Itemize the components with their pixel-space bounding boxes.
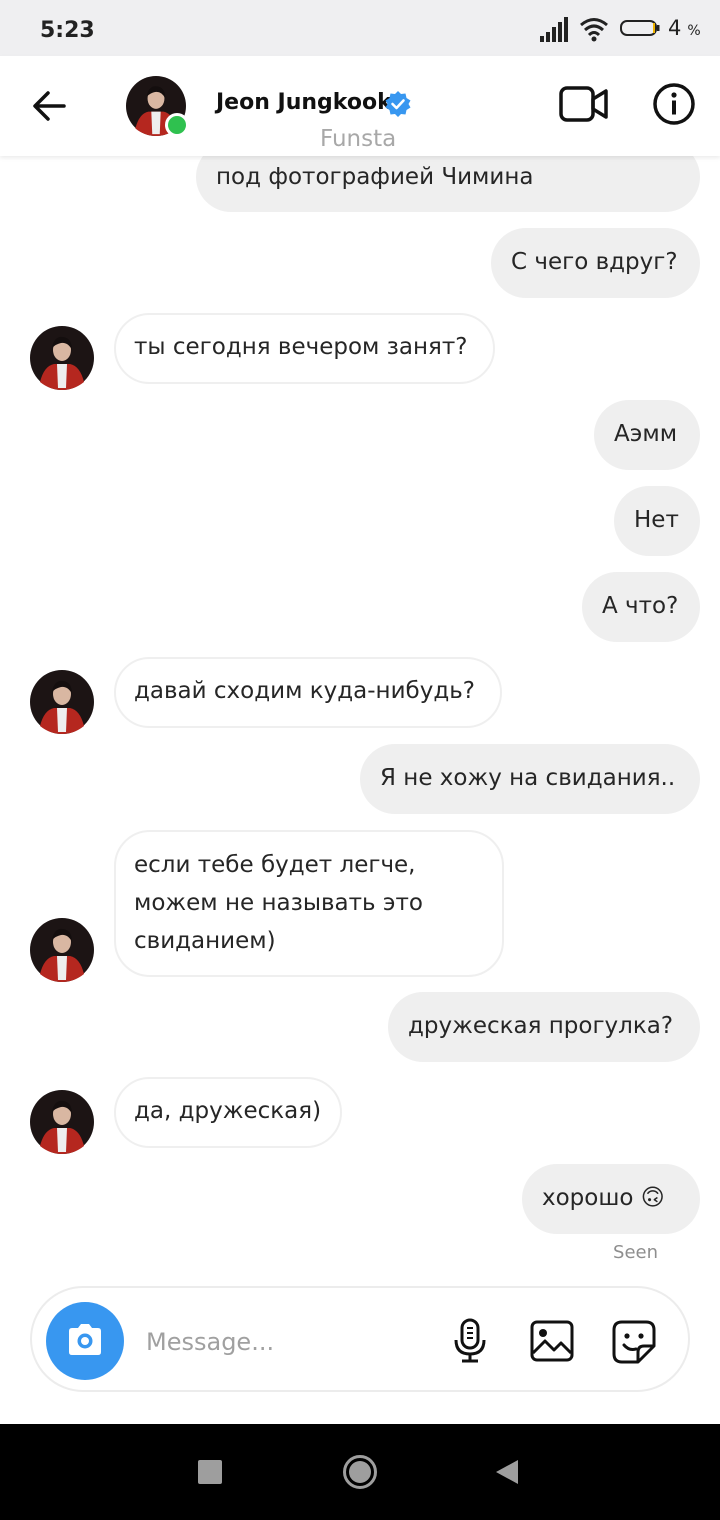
back-arrow-icon[interactable] <box>30 86 70 126</box>
home-icon[interactable] <box>342 1454 378 1490</box>
message-text: хорошо 🙃 <box>542 1185 665 1211</box>
message-thread[interactable]: под фотографией Чимина С чего вдруг? ты … <box>0 0 720 1285</box>
wifi-icon <box>580 18 608 42</box>
message-incoming[interactable]: да, дружеская) <box>114 1077 342 1148</box>
info-icon[interactable] <box>652 82 696 126</box>
message-input[interactable] <box>144 1324 428 1360</box>
video-call-icon[interactable] <box>558 84 610 124</box>
message-outgoing[interactable]: С чего вдруг? <box>491 228 700 298</box>
message-text-line: можем не называть это <box>134 890 423 916</box>
message-outgoing[interactable]: Нет <box>614 486 700 556</box>
message-text: дружеская прогулка? <box>408 1013 674 1039</box>
message-text: Аэмм <box>614 421 678 447</box>
online-status-dot <box>165 113 189 137</box>
sticker-icon[interactable] <box>612 1320 656 1364</box>
message-outgoing[interactable]: А что? <box>582 572 700 642</box>
contact-subtitle: Funsta <box>320 126 397 152</box>
status-time: 5:23 <box>40 18 95 43</box>
message-text: Нет <box>634 507 679 533</box>
verified-badge-icon <box>385 91 411 117</box>
battery-icon <box>620 20 660 36</box>
gallery-icon[interactable] <box>530 1320 574 1362</box>
message-text-line: свиданием) <box>134 928 276 954</box>
message-text: Я не хожу на свидания.. <box>380 765 676 791</box>
seen-indicator: Seen <box>613 1242 658 1263</box>
message-text: под фотографией Чимина <box>216 164 534 190</box>
contact-avatar[interactable] <box>30 670 94 734</box>
battery-level: 4% <box>668 16 701 40</box>
message-incoming[interactable]: давай сходим куда-нибудь? <box>114 657 502 728</box>
message-text: С чего вдруг? <box>511 249 678 275</box>
contact-avatar[interactable] <box>30 918 94 982</box>
microphone-icon[interactable] <box>452 1318 488 1364</box>
message-text: ты сегодня вечером занят? <box>134 334 468 360</box>
message-composer <box>30 1286 690 1392</box>
back-icon[interactable] <box>494 1458 520 1486</box>
contact-name[interactable]: Jeon Jungkook <box>216 90 392 115</box>
message-text: А что? <box>602 593 679 619</box>
camera-button[interactable] <box>46 1302 124 1380</box>
chat-header: Jeon Jungkook Funsta <box>0 56 720 156</box>
message-text: давай сходим куда-нибудь? <box>134 678 475 704</box>
message-text: да, дружеская) <box>134 1098 322 1124</box>
contact-avatar[interactable] <box>30 1090 94 1154</box>
recents-icon[interactable] <box>198 1460 222 1484</box>
message-incoming[interactable]: ты сегодня вечером занят? <box>114 313 495 384</box>
message-text-line: если тебе будет легче, <box>134 852 416 878</box>
message-outgoing[interactable]: хорошо 🙃 <box>522 1164 700 1234</box>
message-outgoing[interactable]: дружеская прогулка? <box>388 992 700 1062</box>
system-navigation-bar <box>0 1424 720 1520</box>
message-incoming[interactable]: если тебе будет легче, можем не называть… <box>114 830 504 977</box>
contact-avatar[interactable] <box>30 326 94 390</box>
status-icons: 4% <box>540 16 706 42</box>
signal-icon <box>540 17 568 42</box>
message-outgoing[interactable]: Я не хожу на свидания.. <box>360 744 700 814</box>
status-bar: 5:23 4% <box>0 0 720 56</box>
message-outgoing[interactable]: Аэмм <box>594 400 700 470</box>
camera-icon <box>69 1324 101 1355</box>
